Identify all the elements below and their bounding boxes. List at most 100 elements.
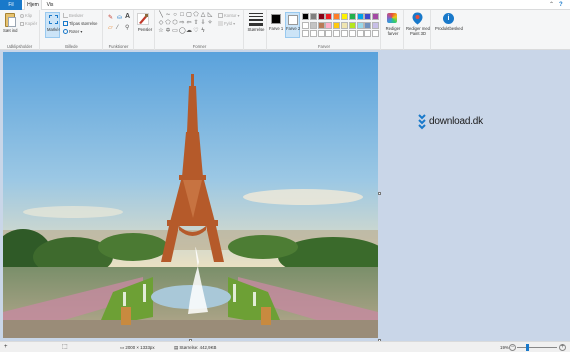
edit-colors-icon[interactable] <box>387 13 397 23</box>
palette-swatch[interactable] <box>302 21 309 29</box>
resize-handle-right[interactable] <box>378 192 381 195</box>
paint3d-button[interactable]: Rediger med Paint 3D <box>405 26 431 36</box>
tab-view[interactable]: Vis <box>44 0 56 10</box>
diamond-shape-icon[interactable]: ◇ <box>158 20 164 26</box>
palette-swatch[interactable] <box>356 30 364 37</box>
size-icon[interactable] <box>249 13 263 26</box>
palette-swatch[interactable] <box>364 21 372 29</box>
rotate-label: Roter <box>69 29 80 34</box>
triangle-shape-icon[interactable]: △ <box>200 12 206 18</box>
palette-swatch[interactable] <box>372 13 380 20</box>
outline-label: Kontur <box>224 13 237 18</box>
canvas[interactable] <box>3 52 378 338</box>
palette-swatch[interactable] <box>317 21 325 29</box>
palette-swatch[interactable] <box>333 30 341 37</box>
palette-swatch[interactable] <box>333 21 341 29</box>
color1-swatch <box>271 14 281 24</box>
paste-button[interactable]: Sæt ind <box>3 28 17 33</box>
copy-icon <box>20 21 24 26</box>
color-picker-icon[interactable]: ⁄ <box>117 25 118 31</box>
palette-swatch[interactable] <box>356 21 364 29</box>
cloud-callout-shape-icon[interactable]: ☁ <box>186 28 192 34</box>
palette-swatch[interactable] <box>302 13 309 20</box>
text-icon[interactable]: A <box>125 13 130 20</box>
brushes-label[interactable]: Pensler <box>135 27 155 32</box>
image-group: Markér Beskær Tilpas størrelse Roter ▾ B… <box>41 10 103 50</box>
paste-icon[interactable] <box>5 13 16 27</box>
tab-file[interactable]: Fil <box>0 0 22 10</box>
fill-dropdown[interactable]: Fyld ▾ <box>218 21 235 27</box>
hexagon-shape-icon[interactable]: ⬡ <box>172 20 178 26</box>
palette-swatch[interactable] <box>348 30 356 37</box>
copy-button[interactable]: Kopiér <box>20 21 37 27</box>
zoom-in-icon[interactable]: + <box>559 344 566 351</box>
help-icon[interactable]: ? <box>559 2 563 8</box>
oval-shape-icon[interactable]: ○ <box>172 12 178 18</box>
zoom-slider-thumb[interactable] <box>526 344 529 351</box>
star4-shape-icon[interactable]: ✧ <box>207 20 213 26</box>
pentagon-shape-icon[interactable]: ⬠ <box>165 20 171 26</box>
outline-dropdown[interactable]: Kontur ▾ <box>218 13 240 19</box>
right-triangle-shape-icon[interactable]: ◺ <box>207 12 213 18</box>
color2-button[interactable]: Farve 2 <box>285 12 300 38</box>
collapse-ribbon-icon[interactable]: ⌃ <box>549 2 554 8</box>
rectangle-shape-icon[interactable]: □ <box>179 12 185 18</box>
heart-shape-icon[interactable]: ♡ <box>193 28 199 34</box>
brush-icon[interactable] <box>137 13 149 25</box>
info-icon[interactable]: i <box>443 13 454 24</box>
pencil-icon[interactable]: ✎ <box>108 15 113 21</box>
eraser-icon[interactable]: ▱ <box>108 25 113 31</box>
shapes-group-label: Former <box>192 44 207 49</box>
rotate-button[interactable]: Roter ▾ <box>63 29 83 35</box>
palette-swatch[interactable] <box>325 13 333 20</box>
callout-shape-icon[interactable]: ▭ <box>172 28 178 34</box>
product-alert-button[interactable]: Produktbesked <box>432 26 466 31</box>
palette-swatch[interactable] <box>348 13 356 20</box>
crop-button[interactable]: Beskær <box>63 13 83 19</box>
palette-swatch[interactable] <box>317 30 325 37</box>
resize-button[interactable]: Tilpas størrelse <box>63 21 97 27</box>
fill-icon[interactable]: ⛀ <box>117 15 122 21</box>
polygon-shape-icon[interactable]: ⬠ <box>193 12 199 18</box>
arrow-left-shape-icon[interactable]: ⇦ <box>186 20 192 26</box>
magnifier-icon[interactable]: ⚲ <box>125 25 129 31</box>
palette-swatch[interactable] <box>333 13 341 20</box>
edit-colors-button[interactable]: Rediger farver <box>382 26 404 36</box>
palette-swatch[interactable] <box>325 21 333 29</box>
paint3d-icon[interactable] <box>412 12 423 25</box>
zoom-slider-track[interactable] <box>517 347 557 348</box>
cut-button[interactable]: Klip <box>20 13 32 19</box>
star5-shape-icon[interactable]: ☆ <box>158 28 164 34</box>
palette-swatch[interactable] <box>364 30 372 37</box>
palette-swatch[interactable] <box>302 30 309 37</box>
select-button[interactable]: Markér <box>45 12 60 38</box>
palette-swatch[interactable] <box>364 13 372 20</box>
curve-shape-icon[interactable]: ∼ <box>165 12 171 18</box>
arrow-up-shape-icon[interactable]: ⇧ <box>193 20 199 26</box>
lightning-shape-icon[interactable]: ϟ <box>200 28 206 34</box>
palette-swatch[interactable] <box>341 21 348 29</box>
palette-swatch[interactable] <box>317 13 325 20</box>
zoom-out-icon[interactable]: − <box>509 344 516 351</box>
palette-swatch[interactable] <box>309 21 317 29</box>
arrow-down-shape-icon[interactable]: ⇩ <box>200 20 206 26</box>
select-icon <box>49 15 58 24</box>
add-icon: + <box>4 344 8 350</box>
palette-swatch[interactable] <box>341 30 348 37</box>
tab-bar: Fil Hjem Vis ⌃ ? <box>0 0 570 11</box>
line-shape-icon[interactable]: ╲ <box>158 12 164 18</box>
palette-swatch[interactable] <box>309 30 317 37</box>
rounded-rectangle-shape-icon[interactable]: ▢ <box>186 12 192 18</box>
arrow-right-shape-icon[interactable]: ⇨ <box>179 20 185 26</box>
palette-swatch[interactable] <box>372 21 380 29</box>
star6-shape-icon[interactable]: ✡ <box>165 28 171 34</box>
palette-swatch[interactable] <box>348 21 356 29</box>
oval-callout-shape-icon[interactable]: ◯ <box>179 28 186 34</box>
color1-button[interactable]: Farve 1 <box>269 12 283 38</box>
palette-swatch[interactable] <box>356 13 364 20</box>
palette-swatch[interactable] <box>341 13 348 20</box>
palette-swatch[interactable] <box>325 30 333 37</box>
palette-swatch[interactable] <box>372 30 380 37</box>
size-label[interactable]: Størrelse <box>245 27 267 32</box>
palette-swatch[interactable] <box>309 13 317 20</box>
